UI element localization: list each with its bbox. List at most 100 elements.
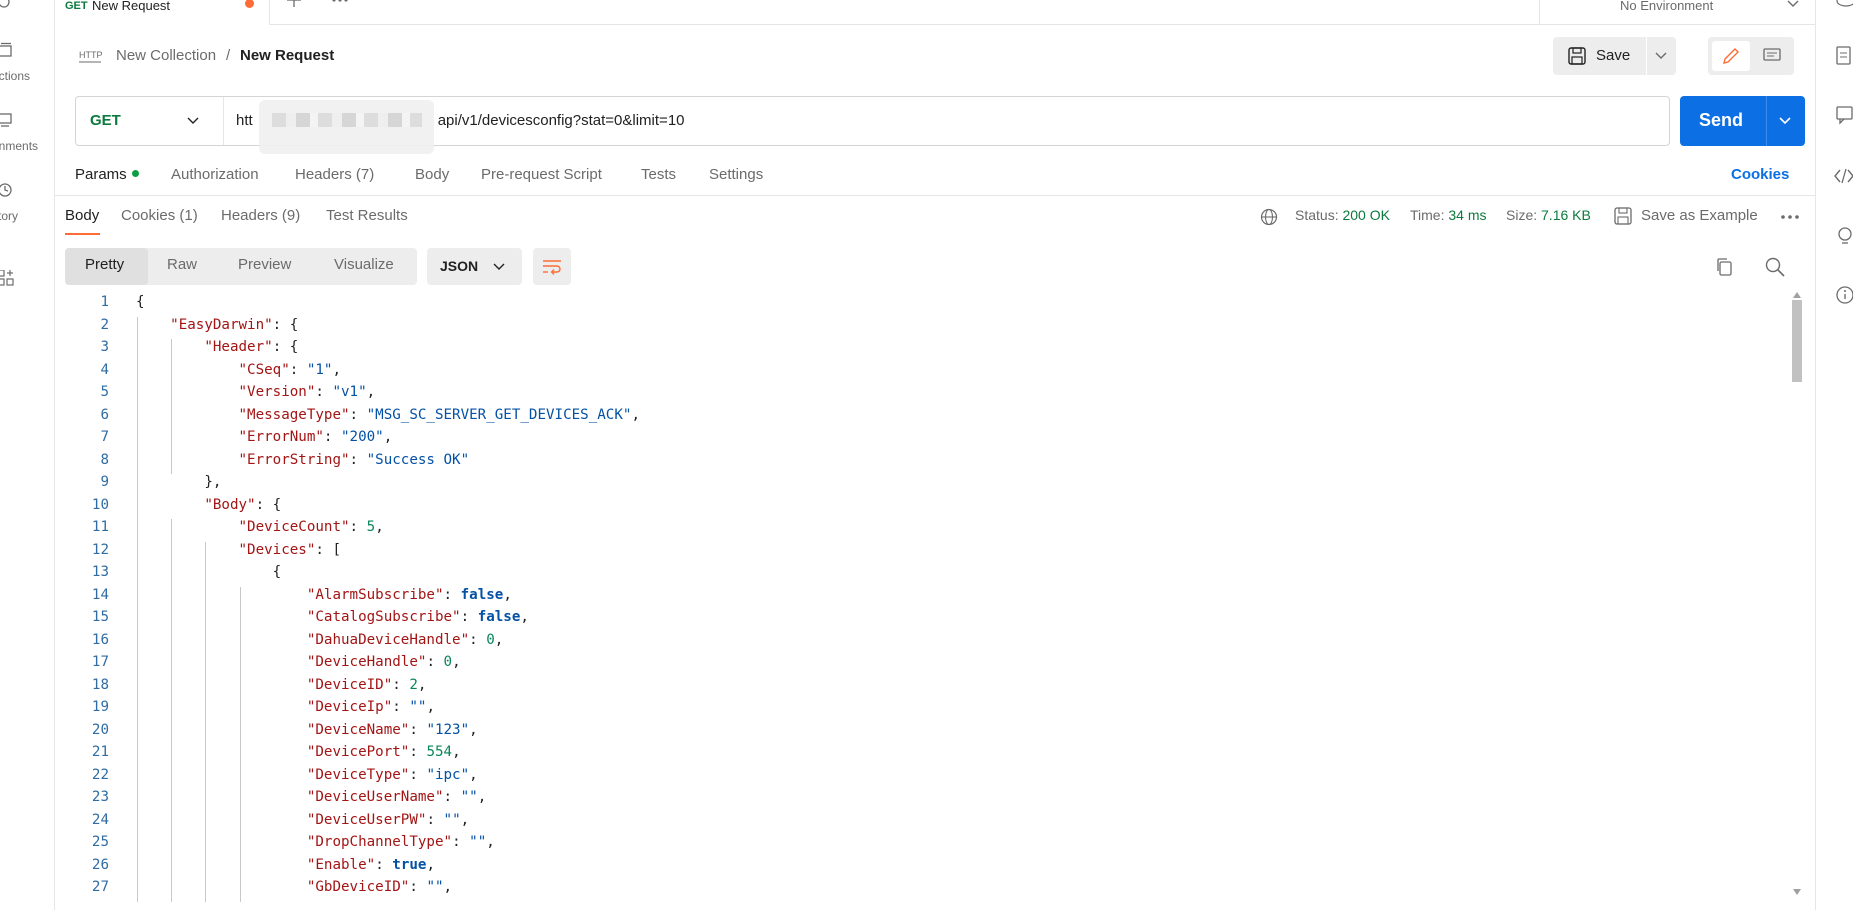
new-tab-plus-icon[interactable] (287, 0, 301, 7)
wrap-lines-icon (543, 260, 561, 275)
indent-guide (239, 586, 241, 902)
sidebar-item-collections[interactable]: ections (0, 42, 54, 87)
tab-tests[interactable]: Tests (641, 166, 676, 183)
mode-visualize[interactable]: Visualize (334, 256, 394, 273)
code-line[interactable]: "GbDeviceID": "", (136, 879, 452, 895)
scrollbar-thumb[interactable] (1792, 300, 1802, 382)
tab-headers[interactable]: Headers (7) (295, 166, 374, 183)
user-icon (0, 0, 10, 8)
code-line[interactable]: "Enable": true, (136, 857, 435, 873)
chevron-down-icon[interactable] (1779, 117, 1791, 125)
mode-raw[interactable]: Raw (167, 256, 197, 273)
sidebar-item-top[interactable] (0, 0, 54, 14)
tab-body[interactable]: Body (415, 166, 449, 183)
line-number: 12 (91, 541, 109, 558)
response-tab-cookies[interactable]: Cookies (1) (121, 207, 198, 224)
code-line[interactable]: "EasyDarwin": { (136, 317, 298, 333)
sidebar-item-history[interactable]: story (0, 182, 54, 227)
code-line[interactable]: "DropChannelType": "", (136, 834, 495, 850)
line-number: 9 (100, 474, 109, 490)
comments-icon[interactable] (1836, 106, 1853, 126)
response-tab-body[interactable]: Body (65, 207, 99, 224)
save-as-example-button[interactable]: Save as Example (1641, 207, 1758, 224)
code-line[interactable]: "DahuaDeviceHandle": 0, (136, 632, 503, 648)
line-number: 1 (100, 294, 109, 310)
unsaved-dot (245, 0, 254, 8)
tab-settings[interactable]: Settings (709, 166, 763, 183)
code-line[interactable]: { (136, 294, 145, 310)
chevron-down-icon[interactable] (1655, 52, 1667, 60)
code-line[interactable]: "DeviceType": "ipc", (136, 767, 478, 783)
lightbulb-icon[interactable] (1836, 226, 1853, 246)
eye-icon[interactable] (1836, 0, 1853, 8)
tab-params[interactable]: Params (75, 166, 139, 183)
search-icon[interactable] (1765, 257, 1785, 277)
line-number: 13 (91, 564, 109, 580)
code-icon[interactable] (1834, 168, 1853, 184)
code-line[interactable]: "MessageType": "MSG_SC_SERVER_GET_DEVICE… (136, 407, 640, 423)
code-line[interactable]: "ErrorNum": "200", (136, 429, 393, 445)
scroll-up-arrow-icon[interactable] (1793, 292, 1801, 298)
comment-icon[interactable] (1763, 48, 1781, 64)
response-tab-headers[interactable]: Headers (9) (221, 207, 300, 224)
line-number: 3 (100, 339, 109, 355)
send-button[interactable]: Send (1680, 96, 1805, 146)
globe-icon[interactable] (1260, 208, 1278, 226)
line-number: 16 (91, 631, 109, 648)
code-line[interactable]: "DeviceCount": 5, (136, 519, 384, 535)
code-line[interactable]: "CSeq": "1", (136, 362, 342, 378)
mode-pretty[interactable]: Pretty (85, 256, 124, 273)
save-label: Save (1596, 47, 1631, 64)
environment-value: No Environment (1620, 0, 1714, 13)
tab-new-request[interactable]: GET New Request (55, 0, 270, 25)
copy-icon[interactable] (1715, 257, 1733, 277)
code-line[interactable]: "Devices": [ (136, 542, 342, 558)
code-line[interactable]: "DeviceUserPW": "", (136, 812, 469, 828)
add-apps-icon (0, 270, 14, 286)
code-line[interactable]: "DeviceUserName": "", (136, 789, 486, 805)
more-tabs-icon[interactable] (331, 0, 349, 4)
code-line[interactable]: "AlarmSubscribe": false, (136, 587, 512, 603)
code-line[interactable]: }, (136, 474, 221, 490)
redacted-url-region (259, 100, 434, 154)
code-line[interactable]: "Header": { (136, 339, 298, 355)
more-options-icon[interactable] (1780, 214, 1800, 220)
breadcrumb-separator: / (225, 47, 231, 64)
response-body-viewer[interactable]: 1 {2 "EasyDarwin": {3 "Header": {4 "CSeq"… (65, 292, 1805, 910)
edit-mode-button[interactable] (1712, 41, 1750, 71)
tab-authorization[interactable]: Authorization (171, 166, 259, 183)
scrollbar[interactable] (1790, 292, 1804, 902)
line-number: 6 (100, 406, 109, 423)
mode-preview[interactable]: Preview (238, 256, 291, 273)
send-label: Send (1699, 110, 1744, 130)
info-icon[interactable] (1836, 286, 1853, 306)
environment-select[interactable]: No Environment (1539, 0, 1815, 25)
breadcrumb: New Collection / New Request (116, 47, 334, 64)
sidebar-item-environments[interactable]: onments (0, 112, 54, 157)
format-select[interactable]: JSON (427, 248, 522, 285)
sidebar-item-apps[interactable] (0, 270, 54, 292)
code-line[interactable]: "Body": { (136, 497, 281, 513)
http-icon: HTTP (79, 50, 103, 63)
code-line[interactable]: "ErrorString": "Success OK" (136, 452, 470, 468)
code-line[interactable]: "CatalogSubscribe": false, (136, 609, 529, 625)
code-line[interactable]: "DeviceID": 2, (136, 677, 427, 693)
wrap-lines-button[interactable] (533, 248, 571, 285)
documentation-icon[interactable] (1836, 46, 1853, 66)
tab-prerequest-script[interactable]: Pre-request Script (481, 166, 602, 183)
scroll-down-arrow-icon[interactable] (1793, 889, 1801, 895)
method-select[interactable]: GET (76, 97, 224, 145)
save-button[interactable]: Save (1553, 37, 1676, 75)
cookies-link[interactable]: Cookies (1731, 166, 1789, 183)
breadcrumb-collection[interactable]: New Collection (116, 47, 216, 64)
code-line[interactable]: "DeviceHandle": 0, (136, 654, 461, 670)
code-line[interactable]: "DeviceName": "123", (136, 722, 478, 738)
code-line[interactable]: "DevicePort": 554, (136, 744, 461, 760)
history-icon (0, 183, 12, 197)
line-number: 24 (91, 811, 109, 828)
code-line[interactable]: { (136, 564, 282, 580)
page-title[interactable]: New Request (240, 47, 334, 64)
tab-title: New Request (92, 0, 171, 13)
code-line[interactable]: "DeviceIp": "", (136, 699, 435, 715)
response-tab-test-results[interactable]: Test Results (326, 207, 408, 224)
